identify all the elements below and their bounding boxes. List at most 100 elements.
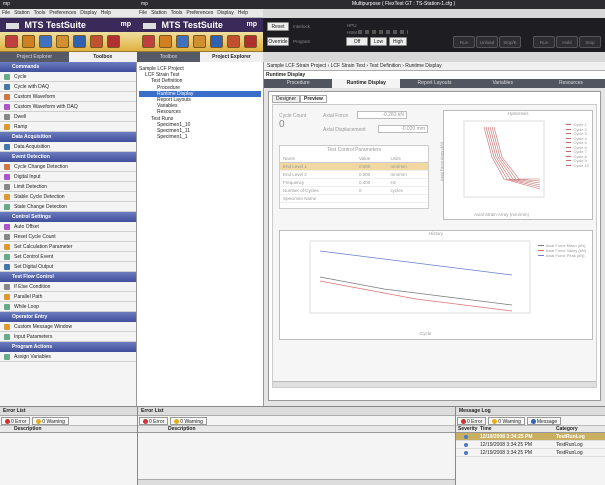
error-list-title: Error List <box>138 407 455 416</box>
toolbox-item[interactable]: Custom Waveform <box>0 92 136 102</box>
toolbox-item[interactable]: Data Acquisition <box>0 142 136 152</box>
unload-button[interactable]: Unload <box>476 36 498 48</box>
toolbox-item[interactable]: Dwell <box>0 112 136 122</box>
edit-icon[interactable] <box>193 35 206 48</box>
menu-tools[interactable]: Tools <box>171 10 183 16</box>
chart-icon[interactable] <box>90 35 103 48</box>
menu-help[interactable]: Help <box>238 10 248 16</box>
menu-help[interactable]: Help <box>101 10 111 16</box>
menu-display[interactable]: Display <box>217 10 233 16</box>
menu-file[interactable]: File <box>139 10 147 16</box>
toolbox-item[interactable]: Reset Cycle Count <box>0 232 136 242</box>
message-row[interactable]: 12/19/2008 3:34:25 PM TestRunLog <box>456 433 605 441</box>
open-icon[interactable] <box>22 35 35 48</box>
toolbox-item[interactable]: Limit Detection <box>0 182 136 192</box>
toolbox-item[interactable]: Set Calculation Parameter <box>0 242 136 252</box>
hold-button[interactable]: Hold <box>556 36 578 48</box>
doc-tab[interactable]: Variables <box>469 79 537 88</box>
toolbox-item[interactable]: If Else Condition <box>0 282 136 292</box>
toolbox-item[interactable]: Auto Offset <box>0 222 136 232</box>
reset-button[interactable]: Reset <box>267 22 289 31</box>
doc-tab[interactable]: Report Layouts <box>400 79 468 88</box>
tab-designer[interactable]: Designer <box>272 95 301 103</box>
menu-station[interactable]: Station <box>151 10 167 16</box>
menu-display[interactable]: Display <box>80 10 96 16</box>
doc-tab[interactable]: Procedure <box>264 79 332 88</box>
export-icon[interactable] <box>244 35 257 48</box>
export-icon[interactable] <box>107 35 120 48</box>
params-cell: Specimen Name <box>280 194 357 203</box>
toolbox-item[interactable]: Assign Variables <box>0 352 136 362</box>
menu-station[interactable]: Station <box>14 10 30 16</box>
open-icon[interactable] <box>159 35 172 48</box>
low-button[interactable]: Low <box>370 37 387 46</box>
menu-preferences[interactable]: Preferences <box>49 10 76 16</box>
tab-project-explorer[interactable]: Project Explorer <box>200 52 263 62</box>
graph-icon[interactable] <box>176 35 189 48</box>
chart-icon[interactable] <box>227 35 240 48</box>
high-button[interactable]: High <box>389 37 407 46</box>
toolbox-item[interactable]: While Loop <box>0 302 136 312</box>
toolbox-item[interactable]: Cycle Change Detection <box>0 162 136 172</box>
breadcrumb-item[interactable]: LCF Strain Test <box>331 63 365 69</box>
new-icon[interactable] <box>5 35 18 48</box>
message-row[interactable]: 12/19/2008 3:34:25 PM TestRunLog <box>456 441 605 449</box>
toolbox-section-header[interactable]: Operator Entry <box>0 312 136 322</box>
toolbox-section-header[interactable]: Program Actions <box>0 342 136 352</box>
doc-tab[interactable]: Runtime Display <box>332 79 401 88</box>
toolbox-item[interactable]: Ramp <box>0 122 136 132</box>
tab-project-explorer[interactable]: Project Explorer <box>0 52 69 62</box>
menu-preferences[interactable]: Preferences <box>186 10 213 16</box>
toolbox-item-label: Reset Cycle Count <box>14 234 56 240</box>
breadcrumb-item[interactable]: Sample LCF Strain Project <box>267 63 326 69</box>
toolbox-section-header[interactable]: Control Settings <box>0 212 136 222</box>
toolbox-section-header[interactable]: Event Detection <box>0 152 136 162</box>
toolbox-section-header[interactable]: Test Flow Control <box>0 272 136 282</box>
toolbox-item[interactable]: State Change Detection <box>0 202 136 212</box>
tree-node[interactable]: Specimen1_1 <box>139 134 261 140</box>
errors-filter-button[interactable]: 0 Error <box>1 417 31 425</box>
params-cell: Number of Cycles <box>280 186 357 195</box>
toolbox-item[interactable]: Stable Cycle Detection <box>0 192 136 202</box>
save-icon[interactable] <box>73 35 86 48</box>
tab-toolbox[interactable]: Toolbox <box>68 52 137 62</box>
tab-preview[interactable]: Preview <box>300 95 327 103</box>
stop-e-button[interactable]: Stop/E <box>499 36 521 48</box>
graph-icon[interactable] <box>39 35 52 48</box>
messages-filter-button[interactable]: Message <box>526 417 562 425</box>
doc-tab[interactable]: Resources <box>537 79 605 88</box>
off-button[interactable]: Off <box>346 37 368 46</box>
toolbox-item[interactable]: Set Control Event <box>0 252 136 262</box>
toolbox-item[interactable]: Cycle with DAQ <box>0 82 136 92</box>
run-button[interactable]: Run <box>453 36 475 48</box>
warnings-filter-button[interactable]: 0 Warning <box>488 417 525 425</box>
toolbox-item[interactable]: Custom Waveform with DAQ <box>0 102 136 112</box>
toolbox-item[interactable]: Set Digital Output <box>0 262 136 272</box>
horizontal-scrollbar[interactable] <box>273 381 596 387</box>
breadcrumb-item[interactable]: Test Definition <box>369 63 400 69</box>
program-run-button[interactable]: Run <box>533 36 555 48</box>
override-button[interactable]: Override <box>267 37 289 46</box>
errors-filter-button[interactable]: 0 Error <box>457 417 487 425</box>
toolbox-section-header[interactable]: Data Acquisition <box>0 132 136 142</box>
warnings-filter-button[interactable]: 0 Warning <box>170 417 207 425</box>
toolbox-item[interactable]: Input Parameters <box>0 332 136 342</box>
toolbox-item-label: Ramp <box>14 124 28 130</box>
toolbox-item[interactable]: Cycle <box>0 72 136 82</box>
message-row[interactable]: 12/19/2008 3:34:25 PM TestRunLog <box>456 449 605 457</box>
menu-file[interactable]: File <box>2 10 10 16</box>
toolbox-section-header[interactable]: Commands <box>0 62 136 72</box>
toolbox-item[interactable]: Parallel Path <box>0 292 136 302</box>
errors-filter-button[interactable]: 0 Error <box>139 417 169 425</box>
stop-button[interactable]: Stop <box>579 36 601 48</box>
new-icon[interactable] <box>142 35 155 48</box>
toolbox-item[interactable]: Digital Input <box>0 172 136 182</box>
save-icon[interactable] <box>210 35 223 48</box>
horizontal-scrollbar[interactable] <box>138 479 455 485</box>
tab-toolbox[interactable]: Toolbox <box>137 52 200 62</box>
menu-tools[interactable]: Tools <box>34 10 46 16</box>
toolbox-item[interactable]: Custom Message Window <box>0 322 136 332</box>
warnings-filter-button[interactable]: 0 Warning <box>32 417 69 425</box>
breadcrumb-item[interactable]: Runtime Display <box>405 63 441 69</box>
edit-icon[interactable] <box>56 35 69 48</box>
